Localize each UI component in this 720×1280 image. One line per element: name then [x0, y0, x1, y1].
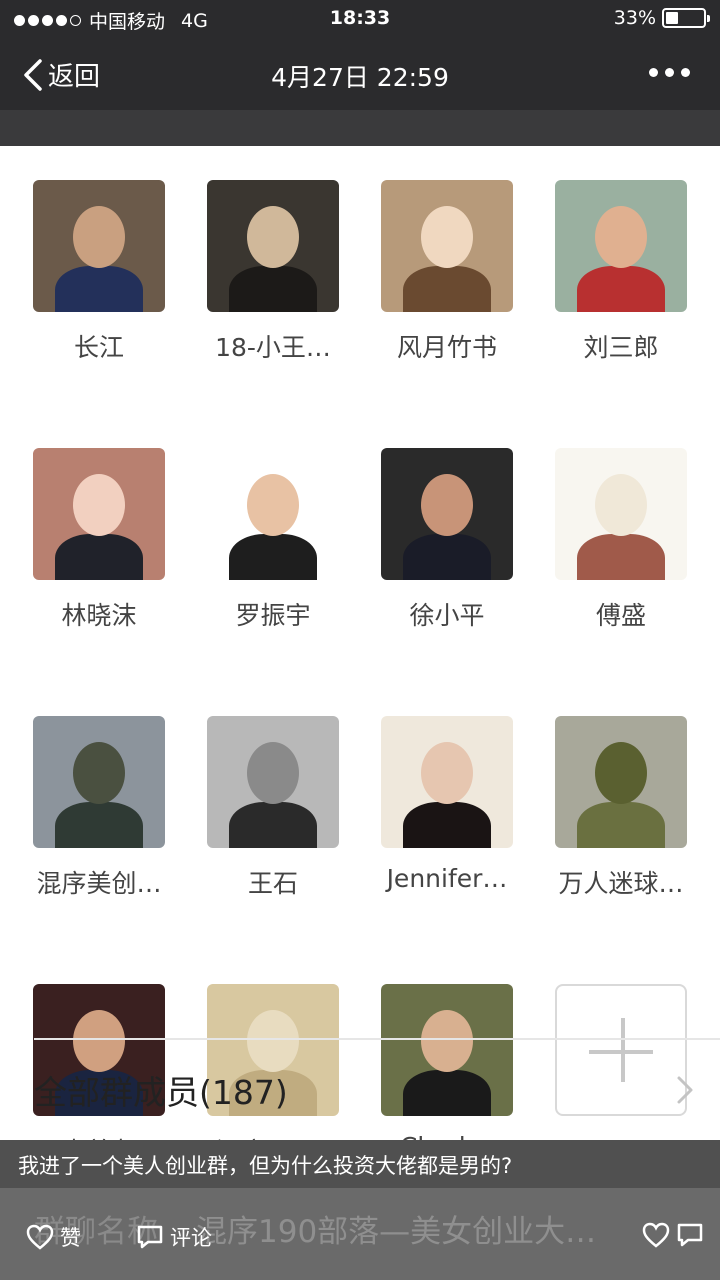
battery-percent: 33%: [613, 7, 656, 29]
status-time: 18:33: [329, 7, 391, 29]
member-item[interactable]: 罗振宇: [186, 448, 360, 632]
avatar: [381, 180, 513, 312]
avatar: [555, 180, 687, 312]
comment-icon: [677, 1223, 703, 1247]
nav-title: 4月27日 22:59: [271, 63, 449, 92]
divider: [34, 1038, 720, 1040]
all-members-row[interactable]: 全部群成员(187): [34, 1060, 694, 1120]
status-right: 33%: [613, 7, 710, 29]
member-grid: 长江 18-小王… 风月竹书 刘三郎林晓沫 罗振宇 徐小平 傅盛混序美创… 王石 Jennife…: [0, 180, 720, 1168]
member-name: 徐小平: [409, 601, 485, 630]
bubble-button[interactable]: [676, 1222, 704, 1248]
battery-icon: [662, 8, 710, 28]
member-name: Jennifer…: [386, 864, 508, 893]
member-item[interactable]: 混序美创…: [12, 716, 186, 900]
all-members-label: 全部群成员(187): [34, 1073, 288, 1112]
comment-icon: [137, 1225, 163, 1249]
member-item[interactable]: 18-小王…: [186, 180, 360, 364]
avatar: [555, 448, 687, 580]
member-item[interactable]: 徐小平: [360, 448, 534, 632]
heart-icon: [642, 1222, 670, 1248]
member-item[interactable]: 傅盛: [534, 448, 708, 632]
status-bar: 中国移动 4G 18:33 33%: [0, 0, 720, 38]
heart-icon: [26, 1224, 54, 1250]
heart-button[interactable]: [642, 1222, 670, 1248]
member-item[interactable]: 长江: [12, 180, 186, 364]
member-name: 罗振宇: [235, 601, 311, 630]
member-item[interactable]: 林晓沫: [12, 448, 186, 632]
bottom-actions: 赞 评论: [0, 1216, 720, 1268]
member-name: 混序美创…: [36, 869, 162, 898]
member-name: 傅盛: [595, 601, 646, 630]
avatar: [381, 716, 513, 848]
like-label: 赞: [60, 1226, 81, 1250]
avatar: [207, 716, 339, 848]
member-item[interactable]: 万人迷球…: [534, 716, 708, 900]
member-name: 万人迷球…: [558, 869, 684, 898]
comment-label: 评论: [170, 1226, 212, 1250]
like-button[interactable]: 赞: [26, 1222, 81, 1252]
comment-button[interactable]: 评论: [136, 1222, 212, 1252]
member-name: 刘三郎: [583, 333, 659, 362]
member-name: 王石: [247, 869, 298, 898]
member-name: 18-小王…: [215, 333, 331, 362]
avatar: [555, 716, 687, 848]
member-item[interactable]: 王石: [186, 716, 360, 900]
avatar: [381, 448, 513, 580]
avatar: [207, 448, 339, 580]
header-shadow: [0, 110, 720, 146]
caption: 我进了一个美人创业群，但为什么投资大佬都是男的?: [0, 1140, 720, 1188]
avatar: [33, 448, 165, 580]
more-icon[interactable]: [649, 68, 690, 77]
member-item[interactable]: 刘三郎: [534, 180, 708, 364]
member-panel: 长江 18-小王… 风月竹书 刘三郎林晓沫 罗振宇 徐小平 傅盛混序美创… 王石 Jennife…: [0, 146, 720, 1166]
avatar: [207, 180, 339, 312]
avatar: [33, 180, 165, 312]
member-name: 风月竹书: [396, 333, 497, 362]
member-name: 林晓沫: [61, 601, 137, 630]
avatar: [33, 716, 165, 848]
member-item[interactable]: Jennifer…: [360, 716, 534, 900]
chevron-right-icon: [677, 1076, 693, 1104]
member-name: 长江: [73, 333, 124, 362]
nav-bar: 返回 4月27日 22:59: [0, 38, 720, 110]
member-item[interactable]: 风月竹书: [360, 180, 534, 364]
